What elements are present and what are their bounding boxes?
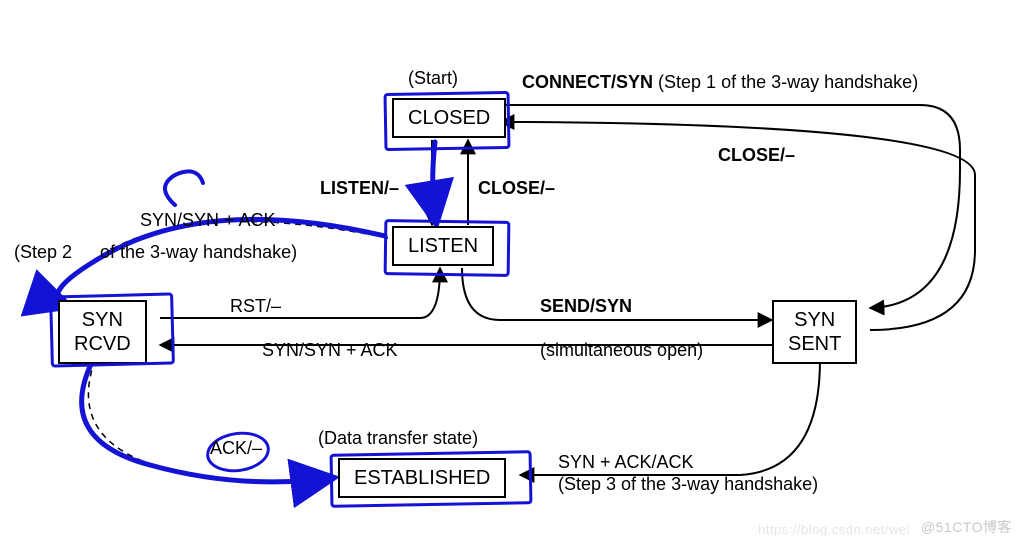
- edge-syn-synack-top: SYN/SYN + ACK: [140, 210, 276, 231]
- edge-close-lower: CLOSE/–: [478, 178, 555, 199]
- state-syn-sent: SYN SENT: [772, 300, 857, 364]
- annotation-start: (Start): [408, 68, 458, 89]
- state-listen: LISTEN: [392, 226, 494, 266]
- edge-rst: RST/–: [230, 296, 281, 317]
- watermark-csdn: https://blog.csdn.net/wei: [758, 522, 910, 537]
- annotation-step2-prefix: (Step 2: [14, 242, 72, 263]
- annotation-step3: (Step 3 of the 3-way handshake): [558, 474, 818, 495]
- state-syn-rcvd: SYN RCVD: [58, 300, 147, 364]
- edge-connect-syn-bold: CONNECT/SYN: [522, 72, 653, 92]
- edge-listen: LISTEN/–: [320, 178, 399, 199]
- annotation-simultaneous: (simultaneous open): [540, 340, 703, 361]
- edge-ack: ACK/–: [210, 438, 262, 459]
- edge-syn-synack-mid: SYN/SYN + ACK: [262, 340, 398, 361]
- edge-synack-ack: SYN + ACK/ACK: [558, 452, 694, 473]
- annotation-step2-rest: of the 3-way handshake): [100, 242, 297, 263]
- edge-connect-syn: CONNECT/SYN (Step 1 of the 3-way handsha…: [522, 72, 918, 93]
- annotation-data-transfer: (Data transfer state): [318, 428, 478, 449]
- edge-close-upper: CLOSE/–: [718, 145, 795, 166]
- watermark-51cto: @51CTO博客: [921, 517, 1012, 537]
- state-closed: CLOSED: [392, 98, 506, 138]
- state-established: ESTABLISHED: [338, 458, 506, 498]
- edge-send-syn-text: SEND/SYN: [540, 296, 632, 316]
- annotation-step1: (Step 1 of the 3-way handshake): [658, 72, 918, 92]
- edge-send-syn: SEND/SYN: [540, 296, 632, 317]
- diagram-canvas: CLOSED LISTEN SYN RCVD SYN SENT ESTABLIS…: [0, 0, 1030, 547]
